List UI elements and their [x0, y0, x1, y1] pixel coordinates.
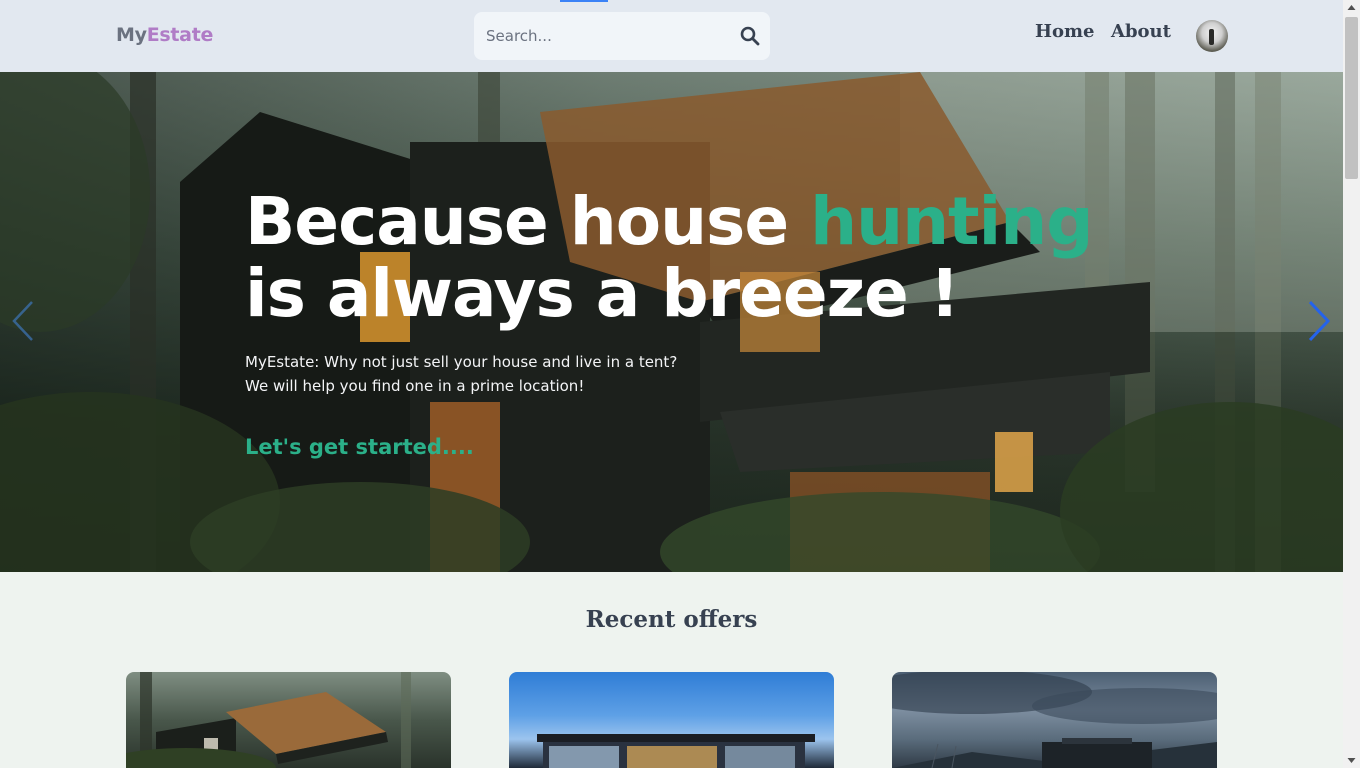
search-icon[interactable] — [738, 24, 762, 48]
nav-home-link[interactable]: Home — [1035, 21, 1095, 42]
hero-subtitle: MyEstate: Why not just sell your house a… — [245, 350, 677, 398]
get-started-link[interactable]: Let's get started.... — [245, 435, 474, 459]
offer-card[interactable] — [892, 672, 1217, 768]
offer-card[interactable] — [126, 672, 451, 768]
offer-image — [126, 672, 411, 768]
recent-offers-title: Recent offers — [585, 606, 758, 633]
search-box — [474, 12, 770, 60]
hero-title-accent: hunting — [810, 183, 1093, 260]
logo[interactable]: MyEstate — [116, 24, 213, 46]
chevron-right-icon[interactable] — [1304, 298, 1334, 344]
scrollbar-thumb[interactable] — [1345, 17, 1358, 179]
search-input[interactable] — [474, 12, 724, 60]
logo-suffix: Estate — [146, 24, 214, 46]
scroll-up-arrow-icon[interactable] — [1343, 0, 1360, 17]
scroll-down-arrow-icon[interactable] — [1343, 751, 1360, 768]
avatar[interactable] — [1196, 20, 1228, 52]
navbar: MyEstate Home About — [0, 0, 1343, 72]
nav-about-link[interactable]: About — [1111, 21, 1171, 42]
offer-image — [537, 734, 815, 768]
page-load-indicator — [560, 0, 608, 2]
hero-title-part1: Because house — [245, 183, 811, 260]
hero-carousel: Because house hunting is always a breeze… — [0, 72, 1343, 572]
offer-card[interactable] — [509, 672, 834, 768]
logo-prefix: My — [116, 24, 147, 46]
offer-image — [892, 672, 1217, 768]
hero-title: Because house hunting is always a breeze… — [245, 186, 1145, 330]
avatar-figure — [1209, 29, 1214, 45]
hero-title-part2: is always a breeze ! — [245, 255, 960, 332]
chevron-left-icon[interactable] — [8, 298, 38, 344]
hero-subtitle-line2: We will help you find one in a prime loc… — [245, 377, 585, 395]
hero-subtitle-line1: MyEstate: Why not just sell your house a… — [245, 353, 678, 371]
